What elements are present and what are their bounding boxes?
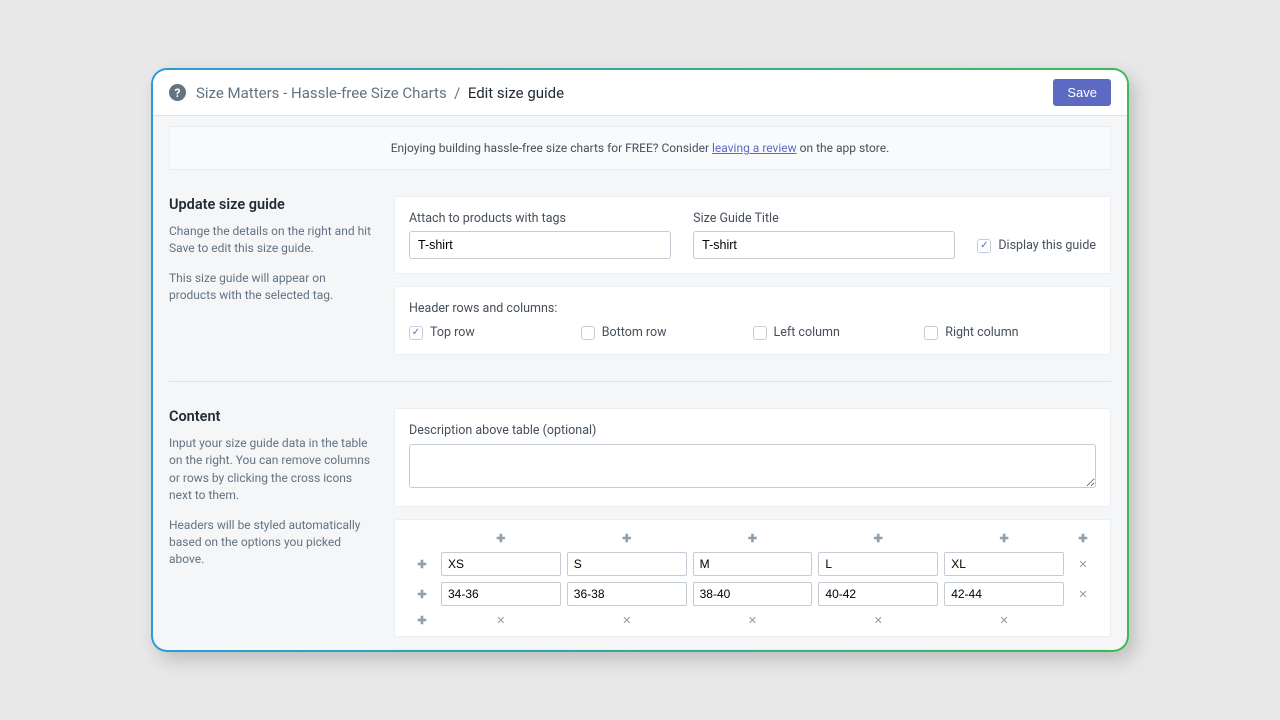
check-icon (581, 326, 595, 340)
display-guide-checkbox[interactable]: ✓ Display this guide (977, 238, 1096, 259)
title-label: Size Guide Title (693, 211, 955, 226)
card-headers: Header rows and columns: ✓ Top row Botto… (394, 286, 1111, 355)
add-column-icon[interactable]: ✚ (493, 530, 509, 546)
check-icon (753, 326, 767, 340)
breadcrumb-current: Edit size guide (468, 84, 564, 102)
checkbox-left-column[interactable]: Left column (753, 325, 925, 340)
table-cell[interactable] (818, 582, 938, 606)
table-cell[interactable] (818, 552, 938, 576)
banner-prefix: Enjoying building hassle-free size chart… (391, 141, 712, 155)
banner-suffix: on the app store. (797, 141, 890, 155)
delete-column-icon[interactable]: ✕ (996, 612, 1012, 628)
section-update-side: Update size guide Change the details on … (169, 196, 394, 355)
add-column-icon[interactable]: ✚ (619, 530, 635, 546)
check-icon: ✓ (977, 239, 991, 253)
section-content-main: Description above table (optional) ✚ ✚ ✚… (394, 408, 1111, 650)
card-desc-above: Description above table (optional) (394, 408, 1111, 507)
delete-row-icon[interactable]: ✕ (1075, 556, 1091, 572)
header-rows-label: Header rows and columns: (409, 301, 1096, 316)
section-content-desc2: Headers will be styled automatically bas… (169, 517, 374, 569)
breadcrumb-app[interactable]: Size Matters - Hassle-free Size Charts (196, 84, 447, 102)
table-cell[interactable] (441, 552, 561, 576)
title-input[interactable] (693, 231, 955, 259)
checkbox-bottom-row[interactable]: Bottom row (581, 325, 753, 340)
add-row-icon[interactable]: ✚ (414, 586, 430, 602)
check-icon: ✓ (409, 326, 423, 340)
add-row-icon[interactable]: ✚ (414, 612, 430, 628)
delete-column-icon[interactable]: ✕ (744, 612, 760, 628)
table-cell[interactable] (567, 552, 687, 576)
add-column-icon[interactable]: ✚ (870, 530, 886, 546)
section-update: Update size guide Change the details on … (169, 170, 1111, 355)
section-update-main: Attach to products with tags Size Guide … (394, 196, 1111, 355)
size-table: ✚ ✚ ✚ ✚ ✚ ✚ ✚ ✕ (409, 530, 1096, 628)
desc-above-label: Description above table (optional) (409, 423, 1096, 438)
add-column-icon[interactable]: ✚ (1075, 530, 1091, 546)
checkbox-right-column[interactable]: Right column (924, 325, 1096, 340)
section-update-title: Update size guide (169, 196, 374, 213)
card-desc-below: Description below table (optional) (394, 649, 1111, 650)
app-window: ? Size Matters - Hassle-free Size Charts… (151, 68, 1129, 652)
table-cell[interactable] (567, 582, 687, 606)
table-cell[interactable] (441, 582, 561, 606)
section-update-desc2: This size guide will appear on products … (169, 270, 374, 305)
field-title: Size Guide Title (693, 211, 955, 259)
section-content-title: Content (169, 408, 374, 425)
leave-review-link[interactable]: leaving a review (712, 141, 797, 155)
delete-column-icon[interactable]: ✕ (493, 612, 509, 628)
breadcrumb: Size Matters - Hassle-free Size Charts /… (196, 84, 1053, 102)
table-cell[interactable] (693, 552, 813, 576)
check-icon (924, 326, 938, 340)
field-tags: Attach to products with tags (409, 211, 671, 259)
card-basic: Attach to products with tags Size Guide … (394, 196, 1111, 274)
delete-column-icon[interactable]: ✕ (619, 612, 635, 628)
save-button[interactable]: Save (1053, 79, 1111, 106)
table-cell[interactable] (693, 582, 813, 606)
section-content-desc1: Input your size guide data in the table … (169, 435, 374, 505)
section-content: Content Input your size guide data in th… (169, 381, 1111, 650)
breadcrumb-separator: / (454, 84, 460, 102)
review-banner: Enjoying building hassle-free size chart… (169, 126, 1111, 170)
add-row-icon[interactable]: ✚ (414, 556, 430, 572)
app-inner: ? Size Matters - Hassle-free Size Charts… (153, 70, 1127, 650)
desc-above-textarea[interactable] (409, 444, 1096, 488)
tags-label: Attach to products with tags (409, 211, 671, 226)
help-icon[interactable]: ? (169, 84, 186, 101)
table-cell[interactable] (944, 582, 1064, 606)
card-table-editor: ✚ ✚ ✚ ✚ ✚ ✚ ✚ ✕ (394, 519, 1111, 637)
section-content-side: Content Input your size guide data in th… (169, 408, 394, 650)
table-cell[interactable] (944, 552, 1064, 576)
add-column-icon[interactable]: ✚ (996, 530, 1012, 546)
header-bar: ? Size Matters - Hassle-free Size Charts… (153, 70, 1127, 116)
tags-input[interactable] (409, 231, 671, 259)
delete-column-icon[interactable]: ✕ (870, 612, 886, 628)
add-column-icon[interactable]: ✚ (744, 530, 760, 546)
display-guide-label: Display this guide (998, 238, 1096, 253)
delete-row-icon[interactable]: ✕ (1075, 586, 1091, 602)
checkbox-top-row[interactable]: ✓ Top row (409, 325, 581, 340)
section-update-desc1: Change the details on the right and hit … (169, 223, 374, 258)
